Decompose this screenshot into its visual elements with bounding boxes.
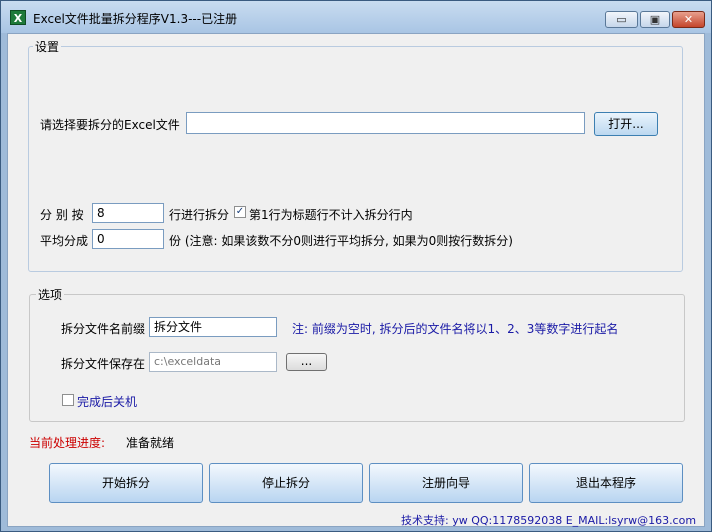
save-path-label: 拆分文件保存在	[61, 357, 146, 371]
header-row-label: 第1行为标题行不计入拆分行内	[249, 208, 413, 222]
support-info: 技术支持: yw QQ:1178592038 E_MAIL:lsyrw@163.…	[401, 514, 697, 527]
maximize-icon: ▣	[649, 13, 661, 26]
checkmark-icon: ✓	[235, 206, 245, 217]
average-count-input[interactable]: 0	[92, 229, 164, 249]
title-bar[interactable]: X Excel文件批量拆分程序V1.3---已注册 ▭ ▣ ✕	[1, 1, 711, 33]
save-path-input[interactable]: c:\exceldata	[149, 352, 277, 372]
status-value: 准备就绪	[126, 436, 175, 450]
status-label: 当前处理进度:	[29, 436, 106, 450]
header-row-checkbox[interactable]: ✓	[234, 206, 246, 218]
average-note: 份 (注意: 如果该数不分0则进行平均拆分, 如果为0则按行数拆分)	[169, 234, 513, 248]
main-panel: 设置 请选择要拆分的Excel文件 打开... 分 别 按 8 行进行拆分 ✓ …	[7, 33, 705, 527]
open-file-button[interactable]: 打开...	[594, 112, 658, 136]
close-icon: ✕	[683, 13, 694, 26]
browse-button[interactable]: ...	[286, 353, 327, 371]
stop-split-button[interactable]: 停止拆分	[209, 463, 363, 503]
average-label: 平均分成	[40, 234, 89, 248]
file-label: 请选择要拆分的Excel文件	[40, 118, 180, 132]
file-path-input[interactable]	[186, 112, 585, 134]
register-wizard-button[interactable]: 注册向导	[369, 463, 523, 503]
minimize-button[interactable]: ▭	[605, 11, 638, 28]
rows-per-file-input[interactable]: 8	[92, 203, 164, 223]
excel-icon: X	[10, 10, 26, 25]
close-button[interactable]: ✕	[672, 11, 705, 28]
shutdown-label: 完成后关机	[77, 395, 138, 409]
split-by-suffix: 行进行拆分	[169, 208, 230, 222]
options-caption: 选项	[36, 286, 65, 303]
prefix-input[interactable]: 拆分文件	[149, 317, 277, 337]
split-by-label: 分 别 按	[40, 208, 84, 222]
app-window: X Excel文件批量拆分程序V1.3---已注册 ▭ ▣ ✕ 设置 请选择要拆…	[0, 0, 712, 532]
prefix-note: 注: 前缀为空时, 拆分后的文件名将以1、2、3等数字进行起名	[292, 322, 619, 336]
shutdown-checkbox[interactable]	[62, 394, 74, 406]
minimize-icon: ▭	[616, 13, 627, 26]
maximize-button[interactable]: ▣	[640, 11, 670, 28]
prefix-label: 拆分文件名前缀	[61, 322, 146, 336]
settings-caption: 设置	[33, 38, 62, 55]
window-title: Excel文件批量拆分程序V1.3---已注册	[33, 12, 238, 26]
exit-button[interactable]: 退出本程序	[529, 463, 683, 503]
start-split-button[interactable]: 开始拆分	[49, 463, 203, 503]
